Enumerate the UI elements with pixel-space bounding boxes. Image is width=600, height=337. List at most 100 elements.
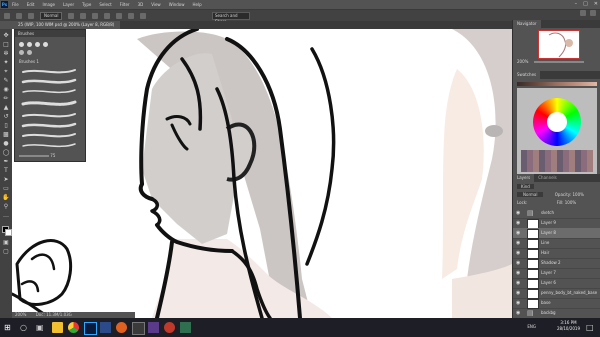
opacity-value[interactable]: 100% (573, 192, 584, 197)
type-tool-icon[interactable]: T (2, 167, 10, 175)
share-icon[interactable] (590, 10, 596, 16)
workspace-icon[interactable] (580, 10, 586, 16)
brush-tip-icon[interactable] (43, 42, 48, 47)
photoshop-logo-icon[interactable]: Ps (1, 1, 8, 8)
swatches-tab[interactable]: Swatches (513, 71, 541, 79)
brush-panel-toggle-icon[interactable] (28, 12, 34, 19)
menu-window[interactable]: Window (169, 0, 185, 9)
path-select-tool-icon[interactable]: ➤ (2, 176, 10, 184)
status-zoom[interactable]: 200% (15, 312, 26, 317)
search-share-input[interactable]: Search and Share (212, 12, 250, 24)
layers-tab[interactable]: Layers (513, 174, 535, 182)
menu-image[interactable]: Image (42, 0, 55, 9)
task-view-icon[interactable]: ▣ (36, 322, 47, 333)
search-icon[interactable]: ○ (20, 322, 31, 333)
size-pressure-icon[interactable] (128, 12, 135, 19)
menu-filter[interactable]: Filter (120, 0, 130, 9)
app-taskbar-icon[interactable] (180, 322, 191, 333)
gradient-tool-icon[interactable]: ▩ (2, 131, 10, 139)
brush-tip-icon[interactable] (19, 50, 24, 55)
opacity-pressure-icon[interactable] (68, 12, 75, 19)
visibility-eye-icon[interactable]: ◉ (516, 288, 522, 298)
brush-tip-icon[interactable] (27, 42, 32, 47)
brush-tool-preset-icon[interactable] (4, 12, 10, 19)
dodge-tool-icon[interactable]: ◯ (2, 149, 10, 157)
app-taskbar-icon[interactable] (148, 322, 159, 333)
minimize-icon[interactable]: – (575, 0, 578, 9)
history-brush-tool-icon[interactable]: ↺ (2, 113, 10, 121)
visibility-eye-icon[interactable]: ◉ (516, 258, 522, 268)
menu-type[interactable]: Type (82, 0, 91, 9)
hand-tool-icon[interactable]: ✋ (2, 194, 10, 202)
file-explorer-icon[interactable] (52, 322, 63, 333)
move-tool-icon[interactable]: ✥ (2, 32, 10, 40)
visibility-eye-icon[interactable]: ◉ (516, 268, 522, 278)
visibility-eye-icon[interactable]: ◉ (516, 238, 522, 248)
photoshop-taskbar-icon[interactable] (84, 322, 97, 335)
menu-help[interactable]: Help (192, 0, 201, 9)
visibility-eye-icon[interactable]: ◉ (516, 248, 522, 258)
windows-start-icon[interactable]: ⊞ (4, 322, 15, 333)
clone-stamp-tool-icon[interactable]: ▲ (2, 104, 10, 112)
brush-tool-icon[interactable]: ✏ (2, 95, 10, 103)
settings-gear-icon[interactable] (116, 12, 123, 19)
navigator-thumbnail[interactable] (538, 30, 580, 59)
layer-blend-mode-select[interactable]: Normal (517, 192, 544, 197)
more-tools-icon[interactable]: … (2, 212, 10, 220)
app-taskbar-icon[interactable] (116, 322, 127, 333)
taskbar-clock[interactable]: 3:16 PM 28/10/2019 (557, 320, 580, 332)
channels-tab[interactable]: Channels (534, 174, 561, 182)
brush-size-icon[interactable] (16, 12, 22, 19)
app-taskbar-icon[interactable] (132, 322, 145, 335)
menu-file[interactable]: File (12, 0, 19, 9)
eraser-tool-icon[interactable]: ▯ (2, 122, 10, 130)
healing-tool-icon[interactable]: ◉ (2, 86, 10, 94)
document-canvas[interactable] (12, 29, 512, 318)
smoothing-icon[interactable] (104, 12, 111, 19)
marquee-tool-icon[interactable]: □ (2, 41, 10, 49)
background-color-swatch[interactable] (5, 229, 12, 236)
menu-layer[interactable]: Layer (63, 0, 74, 9)
visibility-eye-icon[interactable]: ◉ (516, 208, 522, 218)
navigator-tab[interactable]: Navigator (513, 20, 541, 28)
visibility-eye-icon[interactable]: ◉ (516, 308, 522, 318)
language-indicator[interactable]: ENG (527, 324, 536, 329)
fill-value[interactable]: 100% (565, 200, 576, 205)
screen-mode-icon[interactable]: ▢ (2, 248, 10, 256)
lasso-tool-icon[interactable]: ✼ (2, 50, 10, 58)
visibility-eye-icon[interactable]: ◉ (516, 298, 522, 308)
blur-tool-icon[interactable]: ● (2, 140, 10, 148)
visibility-eye-icon[interactable]: ◉ (516, 218, 522, 228)
menu-view[interactable]: View (151, 0, 161, 9)
maximize-icon[interactable]: □ (583, 0, 588, 9)
skin-swatch-row[interactable] (517, 82, 597, 86)
pen-tool-icon[interactable]: ✒ (2, 158, 10, 166)
layer-kind-filter[interactable]: Kind (517, 184, 534, 189)
navigator-zoom-slider[interactable] (533, 61, 584, 63)
brush-size-slider[interactable] (19, 155, 49, 157)
color-wheel-swatch[interactable] (517, 88, 597, 176)
brush-tip-icon[interactable] (35, 42, 40, 47)
menu-edit[interactable]: Edit (27, 0, 35, 9)
blend-mode-select[interactable]: Normal (40, 11, 63, 20)
brush-group-label[interactable]: Brushes 1 (19, 59, 39, 64)
app-taskbar-icon[interactable] (100, 322, 111, 333)
zoom-tool-icon[interactable]: ⚲ (2, 203, 10, 211)
menu-select[interactable]: Select (99, 0, 111, 9)
crop-tool-icon[interactable]: ⌖ (2, 68, 10, 76)
notifications-icon[interactable]: □ (586, 322, 596, 333)
eyedropper-tool-icon[interactable]: ✎ (2, 77, 10, 85)
brushes-panel-title[interactable]: Brushes (15, 30, 85, 37)
flow-icon[interactable] (80, 12, 87, 19)
chrome-icon[interactable] (68, 322, 79, 333)
swatch-grid[interactable] (521, 150, 593, 172)
visibility-eye-icon[interactable]: ◉ (516, 228, 522, 238)
menu-3d[interactable]: 3D (138, 0, 144, 9)
brush-tip-icon[interactable] (19, 42, 24, 47)
quick-mask-icon[interactable]: ▣ (2, 239, 10, 247)
close-icon[interactable]: ✕ (594, 0, 598, 9)
document-tab[interactable]: 25 (WIP, 100 WIM psd @ 200% (Layer 8, RG… (12, 21, 121, 29)
symmetry-icon[interactable] (140, 12, 147, 19)
brush-tip-icon[interactable] (27, 50, 32, 55)
visibility-eye-icon[interactable]: ◉ (516, 278, 522, 288)
